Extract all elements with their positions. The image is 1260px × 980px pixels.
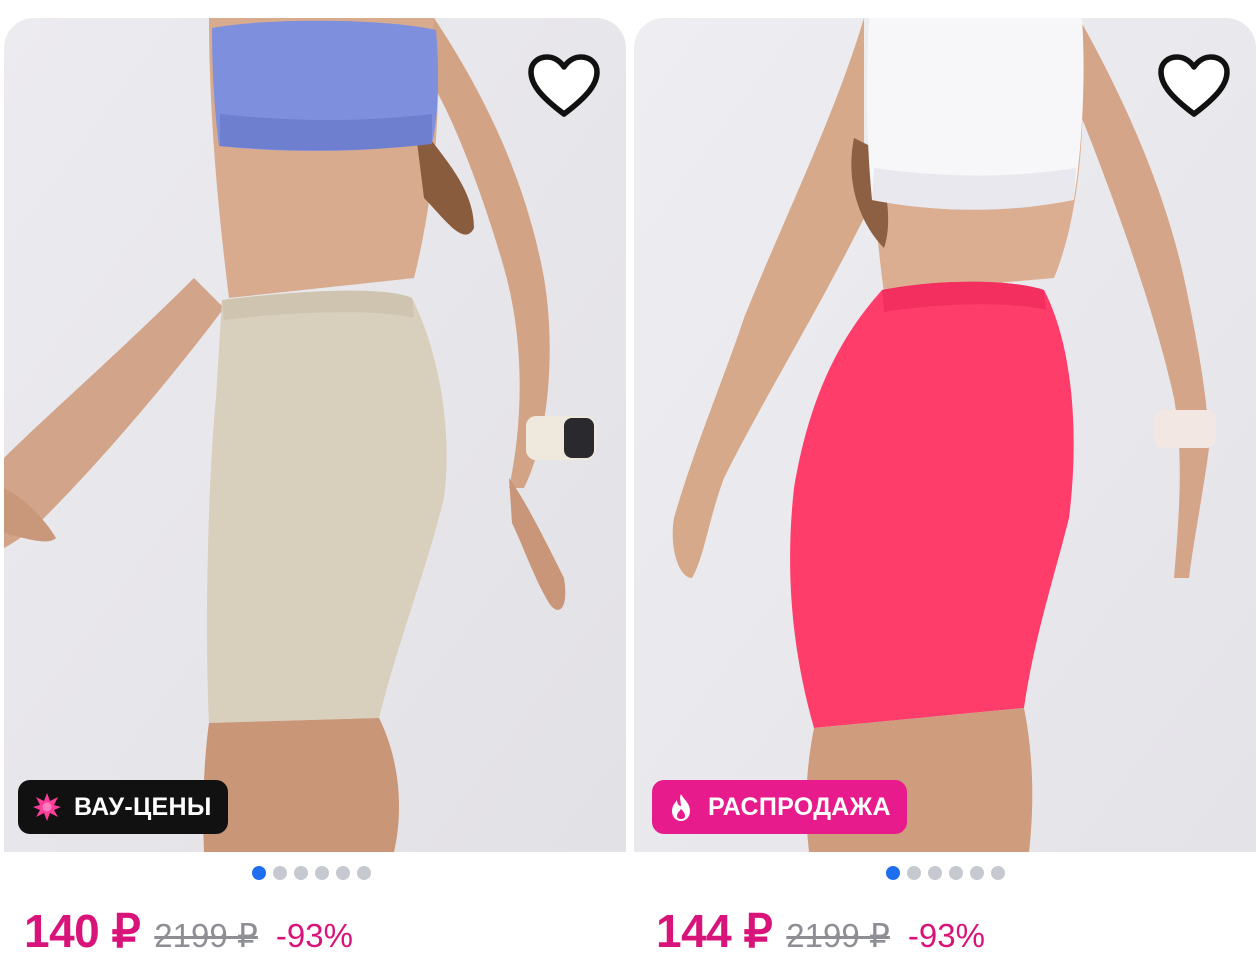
promo-badge: РАСПРОДАЖА — [652, 780, 907, 834]
favorite-heart-icon[interactable] — [1156, 48, 1232, 124]
carousel-dot[interactable] — [928, 866, 942, 880]
carousel-dot[interactable] — [886, 866, 900, 880]
product-grid: ВАУ-ЦЕНЫ 140 ₽ 2199 ₽ -93% РАСПРОДАЖА 14… — [0, 0, 1260, 980]
carousel-dot[interactable] — [336, 866, 350, 880]
price-row: 140 ₽ 2199 ₽ -93% — [24, 904, 353, 958]
image-carousel-dots[interactable] — [886, 866, 1005, 880]
carousel-dot[interactable] — [907, 866, 921, 880]
carousel-dot[interactable] — [294, 866, 308, 880]
carousel-dot[interactable] — [315, 866, 329, 880]
favorite-heart-icon[interactable] — [526, 48, 602, 124]
product-photo[interactable] — [634, 18, 1256, 852]
discount-percent: -93% — [907, 917, 985, 954]
badge-label: ВАУ-ЦЕНЫ — [74, 792, 212, 821]
old-price: 2199 ₽ — [154, 917, 258, 954]
product-photo[interactable] — [4, 18, 626, 852]
product-card[interactable]: ВАУ-ЦЕНЫ 140 ₽ 2199 ₽ -93% — [4, 18, 626, 980]
carousel-dot[interactable] — [991, 866, 1005, 880]
carousel-dot[interactable] — [252, 866, 266, 880]
carousel-dot[interactable] — [273, 866, 287, 880]
carousel-dot[interactable] — [949, 866, 963, 880]
carousel-dot[interactable] — [970, 866, 984, 880]
discount-percent: -93% — [275, 917, 353, 954]
image-carousel-dots[interactable] — [252, 866, 371, 880]
carousel-dot[interactable] — [357, 866, 371, 880]
starburst-icon — [32, 792, 62, 822]
current-price: 140 ₽ — [24, 905, 141, 957]
old-price: 2199 ₽ — [786, 917, 890, 954]
current-price: 144 ₽ — [656, 905, 773, 957]
promo-badge: ВАУ-ЦЕНЫ — [18, 780, 228, 834]
badge-label: РАСПРОДАЖА — [708, 792, 891, 821]
flame-icon — [666, 792, 696, 822]
product-card[interactable]: РАСПРОДАЖА 144 ₽ 2199 ₽ -93% — [634, 18, 1256, 980]
price-row: 144 ₽ 2199 ₽ -93% — [656, 904, 985, 958]
